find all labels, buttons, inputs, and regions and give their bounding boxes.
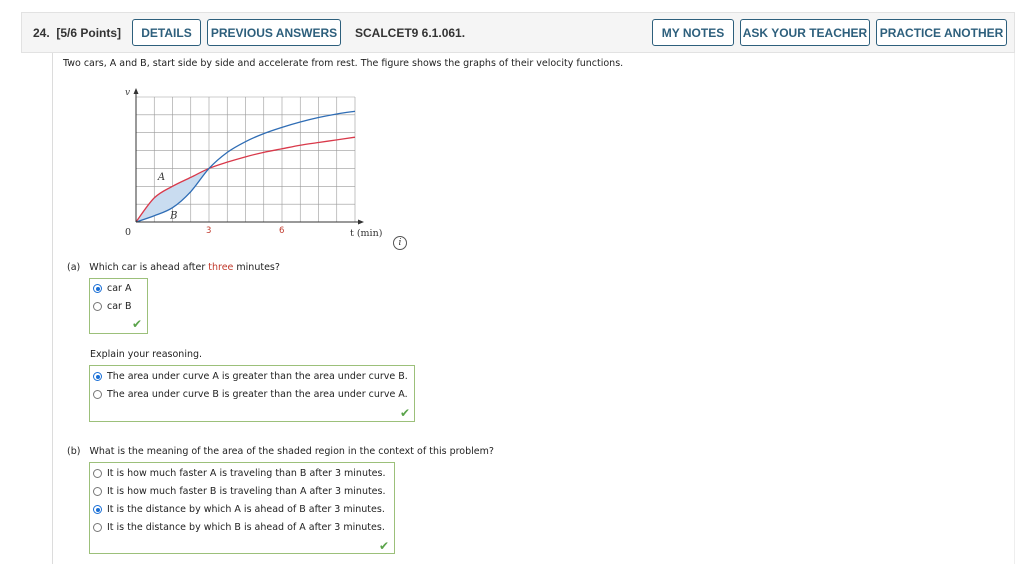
part-b-question-text: What is the meaning of the area of the s… bbox=[89, 446, 494, 457]
radio-unselected-icon[interactable] bbox=[93, 469, 102, 478]
part-a-answer-box: car A car B ✔ bbox=[89, 278, 148, 334]
radio-selected-icon[interactable] bbox=[93, 284, 102, 293]
ask-your-teacher-button[interactable]: ASK YOUR TEACHER bbox=[740, 19, 870, 46]
option-car-a[interactable]: car A bbox=[93, 283, 131, 294]
option-b-ahead-distance[interactable]: It is the distance by which B is ahead o… bbox=[93, 522, 385, 533]
info-icon[interactable]: i bbox=[393, 236, 407, 250]
radio-unselected-icon[interactable] bbox=[93, 523, 102, 532]
problem-source: SCALCET9 6.1.061. bbox=[355, 26, 466, 40]
practice-another-button[interactable]: PRACTICE ANOTHER bbox=[876, 19, 1007, 46]
option-label: car B bbox=[107, 301, 132, 312]
option-label: It is the distance by which A is ahead o… bbox=[107, 504, 385, 515]
radio-selected-icon[interactable] bbox=[93, 372, 102, 381]
curve-b-label: B bbox=[169, 210, 177, 221]
correct-check-icon: ✔ bbox=[379, 539, 390, 553]
option-label: The area under curve B is greater than t… bbox=[107, 389, 408, 400]
reason-option-b-greater[interactable]: The area under curve B is greater than t… bbox=[93, 389, 408, 400]
option-label: It is how much faster A is traveling tha… bbox=[107, 468, 386, 479]
part-b-prefix: (b) bbox=[67, 446, 81, 457]
radio-unselected-icon[interactable] bbox=[93, 302, 102, 311]
radio-selected-icon[interactable] bbox=[93, 505, 102, 514]
x-tick-label: 3 bbox=[206, 226, 211, 236]
radio-unselected-icon[interactable] bbox=[93, 390, 102, 399]
x-tick-labels: 36 bbox=[206, 226, 284, 236]
option-a-ahead-distance[interactable]: It is the distance by which A is ahead o… bbox=[93, 504, 385, 515]
correct-check-icon: ✔ bbox=[400, 406, 411, 420]
x-axis-label: t (min) bbox=[350, 228, 382, 239]
question-number-points: 24. [5/6 Points] bbox=[33, 26, 121, 40]
origin-label: 0 bbox=[125, 227, 131, 238]
part-a-highlight: three bbox=[208, 262, 234, 273]
details-button[interactable]: DETAILS bbox=[132, 19, 201, 46]
question-number: 24. bbox=[33, 26, 50, 40]
velocity-graph: v t (min) 0 36 A B bbox=[125, 88, 382, 239]
my-notes-button[interactable]: MY NOTES bbox=[652, 19, 734, 46]
part-b-question: (b) What is the meaning of the area of t… bbox=[67, 446, 494, 457]
part-a-prefix: (a) bbox=[67, 262, 81, 273]
option-label: It is the distance by which B is ahead o… bbox=[107, 522, 385, 533]
option-label: The area under curve A is greater than t… bbox=[107, 371, 408, 382]
content-left-border bbox=[52, 53, 53, 564]
y-axis-label: v bbox=[125, 88, 130, 98]
previous-answers-button[interactable]: PREVIOUS ANSWERS bbox=[207, 19, 341, 46]
problem-intro: Two cars, A and B, start side by side an… bbox=[63, 58, 624, 69]
part-a-question: (a) Which car is ahead after three minut… bbox=[67, 262, 280, 273]
radio-unselected-icon[interactable] bbox=[93, 487, 102, 496]
option-b-faster[interactable]: It is how much faster B is traveling tha… bbox=[93, 486, 386, 497]
option-a-faster[interactable]: It is how much faster A is traveling tha… bbox=[93, 468, 386, 479]
content-right-border bbox=[1014, 53, 1015, 564]
curve-a-label: A bbox=[157, 172, 165, 183]
explain-label: Explain your reasoning. bbox=[90, 349, 203, 360]
part-a-question-end: minutes? bbox=[233, 262, 280, 273]
correct-check-icon: ✔ bbox=[132, 317, 143, 331]
part-a-question-text: Which car is ahead after bbox=[89, 262, 209, 273]
reason-option-a-greater[interactable]: The area under curve A is greater than t… bbox=[93, 371, 408, 382]
question-header: 24. [5/6 Points] DETAILS PREVIOUS ANSWER… bbox=[21, 12, 1015, 53]
option-label: car A bbox=[107, 283, 132, 294]
reason-answer-box: The area under curve A is greater than t… bbox=[89, 365, 415, 422]
x-axis-arrow bbox=[358, 219, 364, 225]
points-score: [5/6 Points] bbox=[56, 26, 122, 40]
part-b-answer-box: It is how much faster A is traveling tha… bbox=[89, 462, 395, 554]
option-label: It is how much faster B is traveling tha… bbox=[107, 486, 386, 497]
option-car-b[interactable]: car B bbox=[93, 301, 132, 312]
y-axis-arrow bbox=[133, 88, 139, 94]
x-tick-label: 6 bbox=[279, 226, 284, 236]
